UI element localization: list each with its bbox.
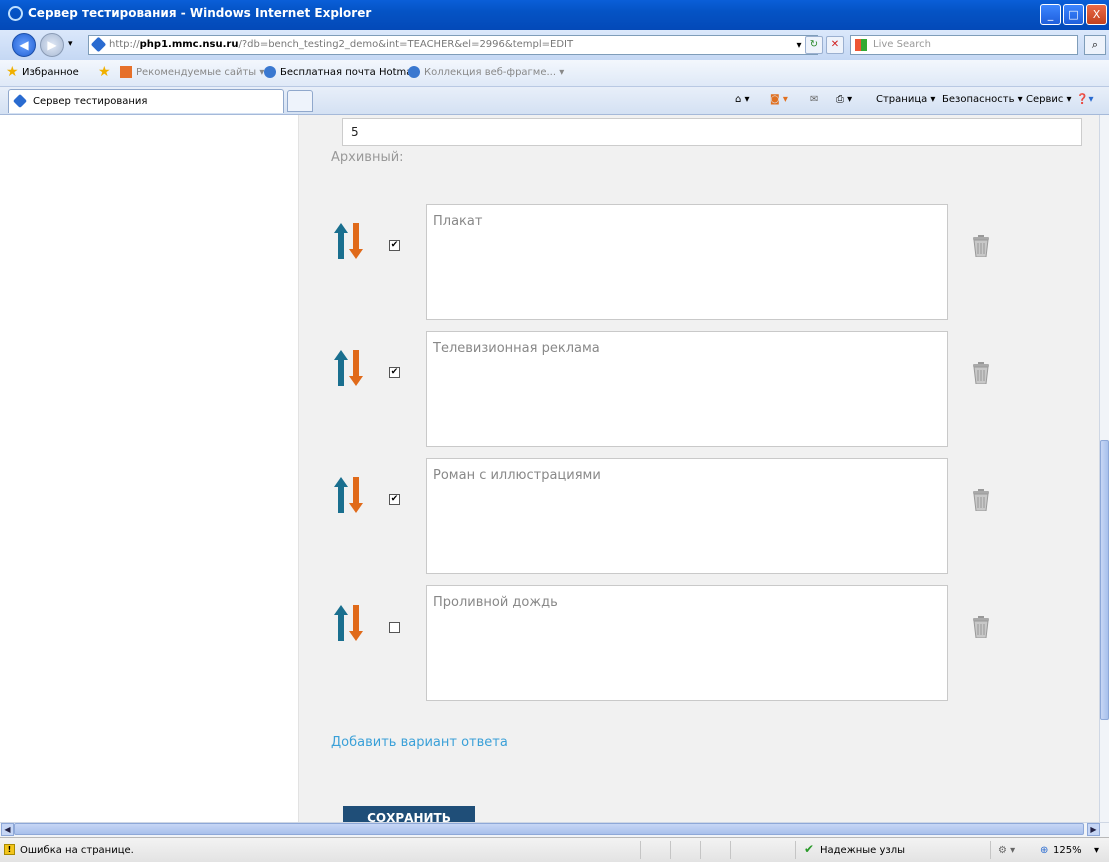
warning-icon[interactable]: ! [4, 844, 15, 855]
page-content: 5 Архивный: ✔ Плакат ✔ Телевизионная рек… [0, 115, 1099, 822]
save-button[interactable]: СОХРАНИТЬ [343, 806, 475, 822]
search-placeholder: Live Search [873, 39, 931, 50]
search-icon[interactable]: ⌕ [1084, 35, 1106, 55]
answer-textbox[interactable]: Телевизионная реклама [426, 331, 948, 447]
fav-item-hotmail[interactable]: Бесплатная почта Hotmail [280, 67, 418, 78]
help-icon[interactable]: ❓▾ [1076, 94, 1093, 105]
stop-icon[interactable]: ✕ [826, 36, 844, 54]
window-titlebar: Сервер тестирования - Windows Internet E… [0, 0, 1109, 30]
trash-icon[interactable] [973, 616, 989, 639]
url-input[interactable]: http://php1.mmc.nsu.ru/?db=bench_testing… [88, 35, 818, 55]
feeds-icon[interactable]: ◙ ▾ [770, 94, 788, 105]
favorites-bar: ★ Избранное ★ Рекомендуемые сайты ▾ Бесп… [0, 60, 1109, 87]
ie-logo-icon [8, 6, 23, 21]
status-bar: ! Ошибка на странице. ✔ Надежные узлы ⚙ … [0, 837, 1109, 862]
url-rest: /?db=bench_testing2_demo&int=TEACHER&el=… [238, 39, 574, 50]
archive-label: Архивный: [331, 150, 404, 165]
reorder-arrows-icon[interactable] [334, 477, 368, 513]
search-input[interactable]: Live Search [850, 35, 1078, 55]
status-divider [640, 841, 641, 859]
answer-checkbox[interactable]: ✔ [389, 240, 400, 251]
answer-textbox[interactable]: Проливной дождь [426, 585, 948, 701]
ie-page-icon [408, 66, 420, 78]
cmd-tools[interactable]: Сервис ▾ [1026, 94, 1072, 105]
zoom-dropdown-icon[interactable]: ▾ [1094, 845, 1099, 856]
fav-item-webslices[interactable]: Коллекция веб-фрагме... ▾ [424, 67, 564, 78]
tab-active[interactable]: Сервер тестирования [8, 89, 284, 113]
status-divider [990, 841, 991, 859]
history-dropdown-icon[interactable]: ▾ [68, 39, 73, 49]
status-error-text[interactable]: Ошибка на странице. [20, 845, 134, 856]
trash-icon[interactable] [973, 489, 989, 512]
live-search-logo-icon [855, 39, 867, 51]
back-button[interactable]: ◀ [12, 33, 36, 57]
reorder-arrows-icon[interactable] [334, 605, 368, 641]
favorites-button[interactable]: Избранное [22, 67, 79, 78]
answer-textbox[interactable]: Роман с иллюстрациями [426, 458, 948, 574]
site-icon [90, 36, 107, 53]
add-favorite-icon[interactable]: ★ [98, 65, 111, 79]
status-divider [730, 841, 731, 859]
url-host: php1.mmc.nsu.ru [139, 39, 239, 50]
zoom-icon: ⊕ [1040, 845, 1049, 856]
address-bar: ◀ ▶ ▾ http://php1.mmc.nsu.ru/?db=bench_t… [0, 30, 1109, 60]
ie-page-icon [264, 66, 276, 78]
protected-mode-icon[interactable]: ⚙ ▾ [998, 845, 1015, 856]
refresh-icon[interactable]: ↻ [805, 36, 823, 54]
maximize-button[interactable]: □ [1063, 4, 1084, 25]
answer-checkbox[interactable] [389, 622, 400, 633]
print-icon[interactable]: ⎙ ▾ [836, 94, 852, 105]
mail-icon[interactable]: ✉ [810, 94, 818, 105]
status-divider [670, 841, 671, 859]
fav-item-suggested[interactable]: Рекомендуемые сайты ▾ [136, 67, 264, 78]
cmd-security[interactable]: Безопасность ▾ [942, 94, 1023, 105]
reorder-arrows-icon[interactable] [334, 223, 368, 259]
scroll-right-icon[interactable]: ▶ [1087, 823, 1100, 836]
reorder-arrows-icon[interactable] [334, 350, 368, 386]
horizontal-scroll-thumb[interactable] [14, 823, 1084, 835]
answer-checkbox[interactable]: ✔ [389, 494, 400, 505]
cmd-page[interactable]: Страница ▾ [876, 94, 935, 105]
tab-label: Сервер тестирования [33, 96, 148, 107]
vertical-scroll-thumb[interactable] [1100, 440, 1109, 720]
minimize-button[interactable]: _ [1040, 4, 1061, 25]
answer-textbox[interactable]: Плакат [426, 204, 948, 320]
trash-icon[interactable] [973, 235, 989, 258]
value-input[interactable]: 5 [342, 118, 1082, 146]
forward-button[interactable]: ▶ [40, 33, 64, 57]
trash-icon[interactable] [973, 362, 989, 385]
url-prefix: http:// [109, 39, 140, 50]
answer-checkbox[interactable]: ✔ [389, 367, 400, 378]
add-answer-link[interactable]: Добавить вариант ответа [331, 735, 508, 750]
scroll-left-icon[interactable]: ◀ [1, 823, 14, 836]
home-icon[interactable]: ⌂ ▾ [735, 94, 750, 105]
suggested-sites-icon [120, 66, 132, 78]
window-title: Сервер тестирования - Windows Internet E… [28, 6, 372, 20]
zoom-level[interactable]: 125% [1053, 845, 1082, 856]
status-divider [700, 841, 701, 859]
close-button[interactable]: X [1086, 4, 1107, 25]
check-icon: ✔ [804, 842, 815, 856]
security-zone[interactable]: Надежные узлы [820, 845, 905, 856]
favorites-star-icon[interactable]: ★ [6, 65, 19, 79]
site-icon [12, 93, 28, 109]
tab-row: Сервер тестирования ⌂ ▾ ◙ ▾ ✉ ⎙ ▾ Страни… [0, 87, 1109, 115]
status-divider [795, 841, 796, 859]
new-tab-button[interactable] [287, 90, 313, 112]
